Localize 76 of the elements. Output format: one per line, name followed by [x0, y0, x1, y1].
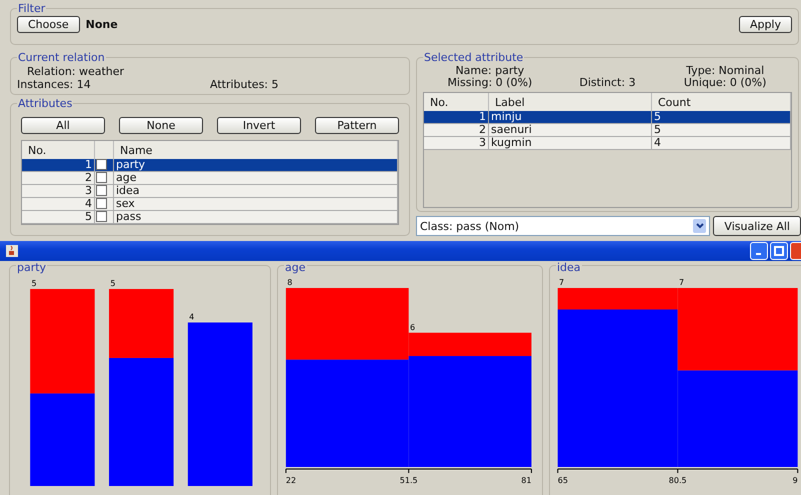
row-number: 2: [22, 172, 94, 184]
count-label: 8: [287, 278, 292, 287]
tick-label: 22: [286, 476, 296, 485]
count-label: 7: [679, 278, 684, 287]
count-label: 4: [189, 312, 194, 322]
attributes-count: Attributes: 5: [210, 78, 280, 91]
label-cell: saenuri: [488, 124, 652, 136]
name-label: Name: party: [454, 65, 526, 77]
row-number: 4: [22, 198, 94, 210]
checkbox[interactable]: [96, 198, 107, 210]
group-title: Selected attribute: [423, 51, 524, 64]
count-cell: 4: [652, 136, 790, 150]
row-number: 5: [22, 210, 94, 224]
label-row[interactable]: 3 kugmin 4: [424, 136, 790, 150]
attribute-select-button[interactable]: All: [21, 117, 105, 134]
distinct-label: Distinct: 3: [578, 77, 637, 89]
row-number: 1: [22, 159, 94, 172]
column-header[interactable]: No.: [424, 93, 488, 111]
attribute-row[interactable]: 5 pass: [22, 210, 398, 224]
attribute-select-button[interactable]: Pattern: [315, 117, 399, 134]
visualize-all-button[interactable]: Visualize All: [713, 216, 801, 236]
attribute-select-button[interactable]: Invert: [217, 117, 301, 134]
attribute-row[interactable]: 4 sex: [22, 198, 398, 210]
panel-title: party: [16, 261, 48, 274]
attribute-name: age: [114, 172, 398, 184]
relation-label: Relation: weather: [26, 65, 126, 78]
count-label: 5: [31, 279, 37, 288]
attribute-row[interactable]: 1 party: [22, 159, 398, 172]
row-number: 1: [424, 111, 488, 124]
label-cell: kugmin: [488, 136, 652, 150]
close-icon[interactable]: [790, 242, 801, 260]
checkbox[interactable]: [96, 172, 107, 184]
attribute-name: pass: [114, 210, 398, 224]
column-header[interactable]: No.: [22, 141, 94, 159]
tick-label: 9: [792, 476, 798, 485]
apply-button[interactable]: Apply: [738, 16, 792, 33]
checkbox[interactable]: [96, 159, 107, 170]
minimize-icon[interactable]: [750, 242, 768, 260]
checkbox[interactable]: [96, 185, 107, 196]
label-row[interactable]: 1 minju 5: [424, 111, 790, 124]
tick-label: 81: [521, 476, 532, 485]
choose-button[interactable]: Choose: [17, 16, 80, 33]
count-label: 5: [110, 279, 116, 288]
attribute-row[interactable]: 2 age: [22, 172, 398, 184]
column-header[interactable]: Count: [652, 93, 790, 111]
maximize-icon[interactable]: [770, 242, 788, 260]
tick-label: 80.5: [668, 476, 687, 485]
group-title: Filter: [17, 2, 46, 15]
missing-label: Missing: 0 (0%): [446, 77, 534, 89]
row-number: 3: [22, 184, 94, 198]
column-header[interactable]: Label: [488, 93, 652, 111]
attribute-name: idea: [114, 184, 398, 198]
attribute-select-button[interactable]: None: [119, 117, 203, 134]
tick-label: 51.5: [400, 476, 418, 485]
label-cell: minju: [488, 111, 652, 124]
class-dropdown[interactable]: Class: pass (Nom): [416, 216, 710, 236]
type-label: Type: Nominal: [685, 65, 766, 77]
checkbox[interactable]: [96, 211, 107, 222]
group-title: Current relation: [17, 51, 106, 64]
count-label: 7: [559, 278, 564, 287]
label-row[interactable]: 2 saenuri 5: [424, 124, 790, 136]
count-cell: 5: [652, 111, 790, 124]
unique-label: Unique: 0 (0%): [682, 77, 768, 89]
panel-title: idea: [556, 261, 582, 274]
tick-label: 65: [558, 476, 568, 485]
instances-label: Instances: 14: [17, 78, 92, 91]
group-title: Attributes: [17, 97, 74, 110]
java-cup-icon: [6, 245, 18, 257]
count-label: 6: [410, 322, 416, 332]
column-header[interactable]: Name: [114, 141, 398, 159]
attribute-name: sex: [114, 198, 398, 210]
row-number: 2: [424, 124, 488, 136]
attribute-name: party: [114, 159, 398, 172]
count-cell: 5: [652, 124, 790, 136]
attribute-row[interactable]: 3 idea: [22, 184, 398, 198]
row-number: 3: [424, 136, 488, 150]
